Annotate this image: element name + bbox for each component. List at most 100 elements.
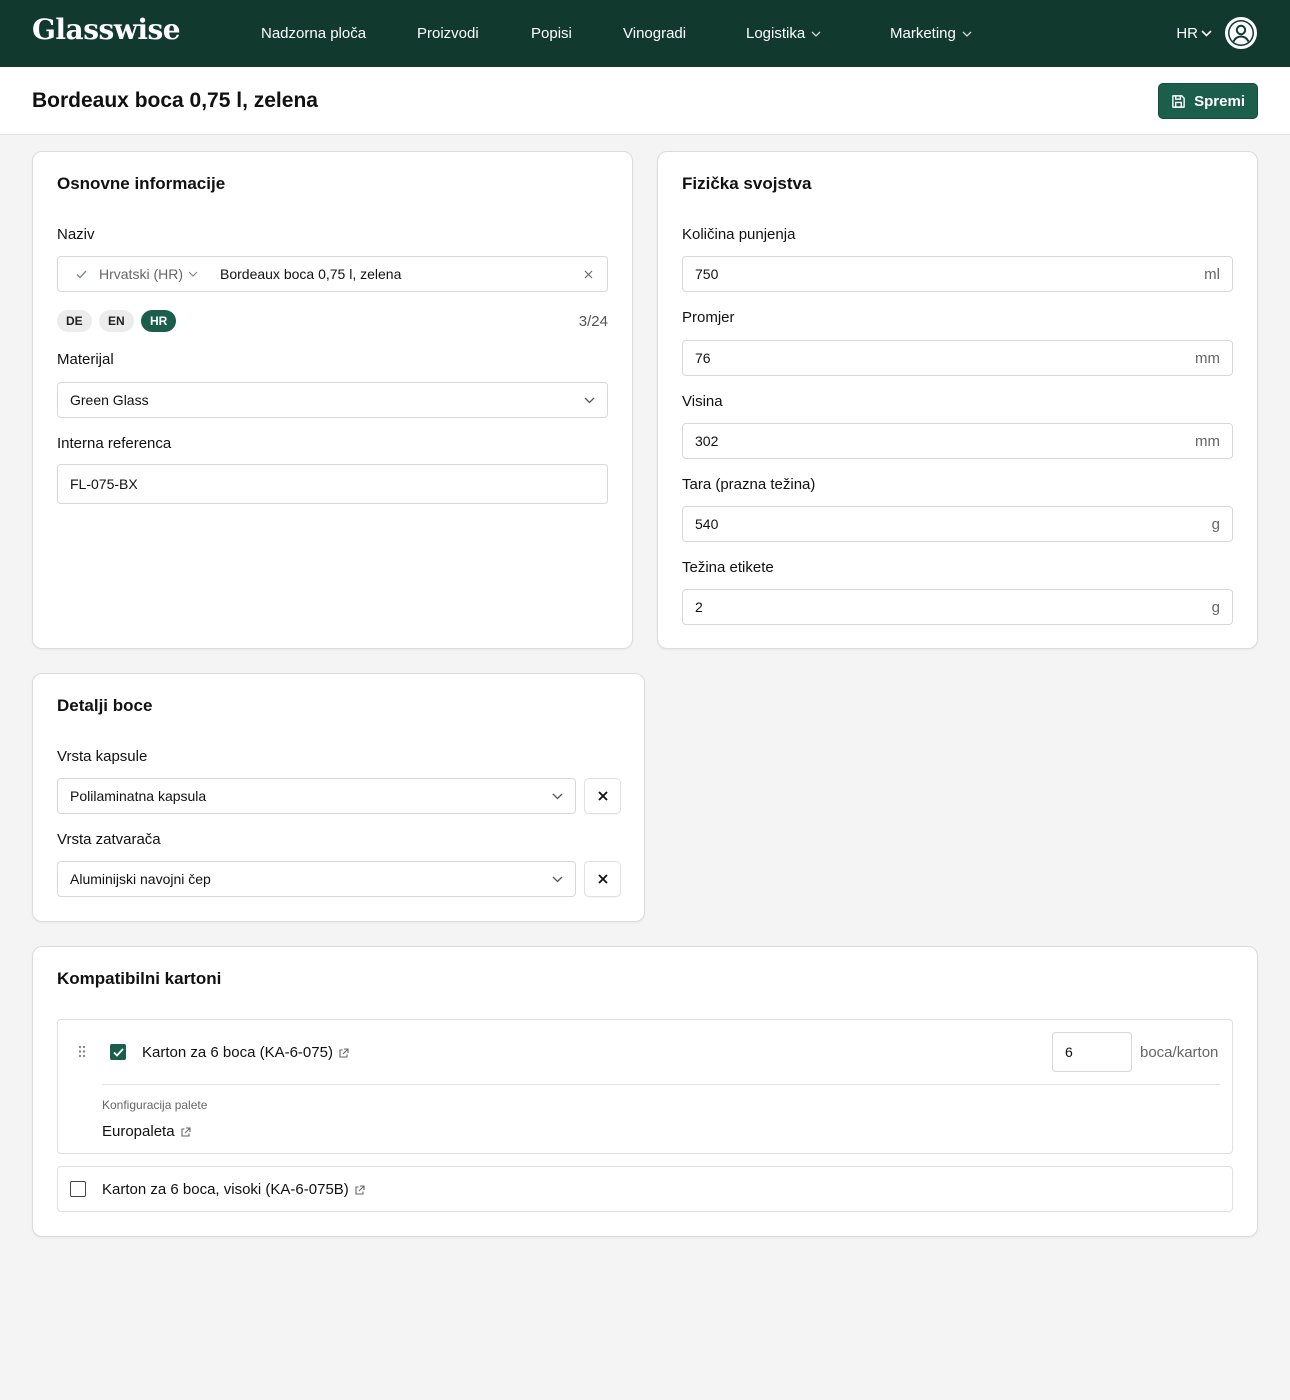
nav-item-label: Vinogradi: [623, 25, 687, 42]
fill-volume-input[interactable]: 750 ml: [682, 256, 1233, 292]
nav-item-marketing[interactable]: Marketing: [890, 0, 972, 67]
label-weight-input[interactable]: 2 g: [682, 589, 1233, 625]
name-language-select[interactable]: Hrvatski (HR): [99, 266, 183, 282]
material-value: Green Glass: [70, 392, 149, 408]
carton-name: Karton za 6 boca, visoki (KA-6-075B): [102, 1181, 365, 1198]
nav-item-label: Popisi: [531, 25, 572, 42]
internal-ref-input[interactable]: FL-075-BX: [57, 464, 608, 504]
carton-quantity-unit: boca/karton: [1140, 1044, 1219, 1061]
language-switcher[interactable]: HR: [1176, 0, 1212, 67]
diameter-label: Promjer: [682, 309, 735, 326]
height-input[interactable]: 302 mm: [682, 423, 1233, 459]
app-logo[interactable]: Glasswise: [32, 13, 181, 46]
chevron-down-icon: [552, 793, 563, 800]
nav-item-vineyards[interactable]: Vinogradi: [623, 0, 686, 67]
closure-select[interactable]: Aluminijski navojni čep: [57, 861, 576, 897]
label-weight-label: Težina etikete: [682, 559, 774, 576]
carton-checkbox[interactable]: [70, 1181, 86, 1197]
check-icon: [76, 270, 87, 279]
chevron-down-icon: [811, 31, 821, 37]
physical-properties-card: Fizička svojstva Količina punjenja 750 m…: [657, 151, 1258, 649]
pallet-config-label: Konfiguracija palete: [102, 1098, 208, 1112]
basic-info-card: Osnovne informacije Naziv Hrvatski (HR) …: [32, 151, 633, 649]
chevron-down-icon: [962, 31, 972, 37]
material-select[interactable]: Green Glass: [57, 382, 608, 418]
tare-input[interactable]: 540 g: [682, 506, 1233, 542]
clear-icon[interactable]: [584, 270, 593, 279]
unit-label: g: [1211, 598, 1220, 616]
compatible-cartons-card: Kompatibilni kartoni Karton za 6 boca (K…: [32, 946, 1258, 1237]
clear-capsule-button[interactable]: [584, 778, 621, 814]
unit-label: mm: [1195, 432, 1220, 450]
name-label: Naziv: [57, 226, 95, 243]
nav-item-label: Proizvodi: [417, 25, 479, 42]
card-title: Fizička svojstva: [682, 174, 812, 193]
drag-handle-icon[interactable]: [78, 1045, 86, 1062]
carton-name: Karton za 6 boca (KA-6-075): [142, 1044, 349, 1061]
page-title: Bordeaux boca 0,75 l, zelena: [32, 89, 318, 112]
top-nav: Glasswise Nadzorna ploča Proizvodi Popis…: [0, 0, 1290, 67]
page-header: Bordeaux boca 0,75 l, zelena Spremi: [0, 67, 1290, 135]
nav-item-dashboard[interactable]: Nadzorna ploča: [261, 0, 366, 67]
carton-checkbox[interactable]: [110, 1044, 126, 1060]
external-link-icon[interactable]: [180, 1126, 191, 1138]
chevron-down-icon: [552, 876, 563, 883]
close-icon: [597, 874, 608, 884]
unit-label: ml: [1204, 265, 1220, 283]
nav-item-products[interactable]: Proizvodi: [417, 0, 479, 67]
unit-label: mm: [1195, 349, 1220, 367]
save-icon: [1172, 94, 1185, 108]
divider: [102, 1084, 1220, 1085]
language-label: HR: [1176, 25, 1198, 42]
name-field[interactable]: Hrvatski (HR) Bordeaux boca 0,75 l, zele…: [57, 256, 608, 292]
carton-name-text: Karton za 6 boca (KA-6-075): [142, 1044, 333, 1061]
external-link-icon[interactable]: [338, 1047, 349, 1059]
lang-pill-en[interactable]: EN: [99, 310, 134, 332]
label-weight-value: 2: [695, 599, 703, 615]
carton-item: Karton za 6 boca, visoki (KA-6-075B): [57, 1166, 1233, 1212]
check-icon: [112, 1047, 124, 1057]
fill-volume-label: Količina punjenja: [682, 226, 796, 243]
nav-item-inventories[interactable]: Popisi: [531, 0, 572, 67]
chevron-down-icon: [584, 397, 595, 404]
nav-item-label: Logistika: [746, 25, 806, 42]
diameter-value: 76: [695, 350, 711, 366]
name-input[interactable]: Bordeaux boca 0,75 l, zelena: [220, 266, 401, 282]
internal-ref-label: Interna referenca: [57, 435, 172, 452]
nav-item-label: Nadzorna ploča: [261, 25, 367, 42]
material-label: Materijal: [57, 351, 114, 368]
external-link-icon[interactable]: [354, 1184, 365, 1196]
carton-quantity-input[interactable]: 6: [1052, 1032, 1132, 1072]
fill-volume-value: 750: [695, 266, 719, 282]
capsule-value: Polilaminatna kapsula: [70, 788, 207, 804]
internal-ref-value: FL-075-BX: [70, 476, 138, 492]
closure-label: Vrsta zatvarača: [57, 831, 161, 848]
carton-quantity-value: 6: [1065, 1044, 1073, 1060]
lang-pill-hr[interactable]: HR: [141, 310, 177, 332]
lang-pill-de[interactable]: DE: [57, 310, 92, 332]
bottle-details-card: Detalji boce Vrsta kapsule Polilaminatna…: [32, 673, 645, 922]
tare-label: Tara (prazna težina): [682, 476, 816, 493]
close-icon: [597, 791, 608, 801]
height-label: Visina: [682, 393, 723, 410]
closure-value: Aluminijski navojni čep: [70, 871, 211, 887]
unit-label: g: [1211, 515, 1220, 533]
save-button-label: Spremi: [1194, 92, 1245, 110]
clear-closure-button[interactable]: [584, 861, 621, 897]
chevron-down-icon: [1201, 30, 1212, 37]
diameter-input[interactable]: 76 mm: [682, 340, 1233, 376]
nav-item-label: Marketing: [890, 25, 956, 42]
translation-counter: 3/24: [578, 313, 608, 330]
save-button[interactable]: Spremi: [1158, 83, 1258, 119]
pallet-config-value[interactable]: Europaleta: [102, 1123, 175, 1140]
card-title: Osnovne informacije: [57, 174, 226, 193]
nav-item-logistics[interactable]: Logistika: [746, 0, 821, 67]
pallet-config: Europaleta: [102, 1123, 191, 1140]
card-title: Kompatibilni kartoni: [57, 969, 222, 988]
carton-name-text: Karton za 6 boca, visoki (KA-6-075B): [102, 1181, 349, 1198]
card-title: Detalji boce: [57, 696, 153, 715]
tare-value: 540: [695, 516, 719, 532]
capsule-select[interactable]: Polilaminatna kapsula: [57, 778, 576, 814]
carton-item: Karton za 6 boca (KA-6-075) 6 boca/karto…: [57, 1019, 1233, 1154]
user-circle-icon[interactable]: [1224, 16, 1258, 50]
